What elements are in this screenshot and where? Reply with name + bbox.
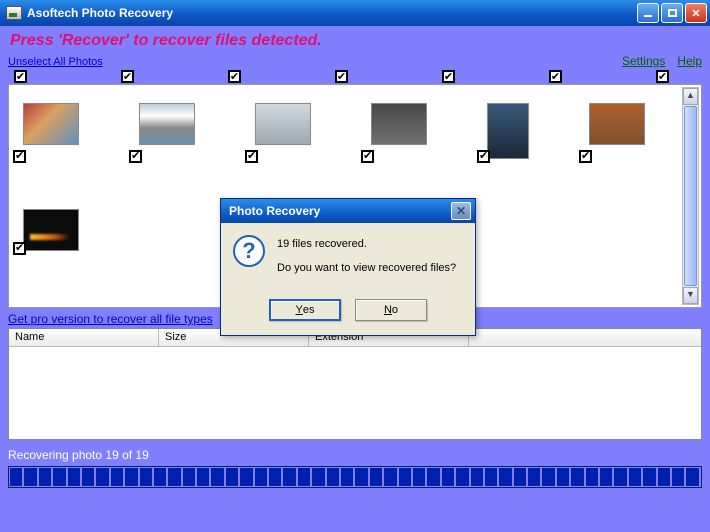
window-titlebar: Asoftech Photo Recovery — [0, 0, 710, 26]
checkbox[interactable] — [228, 70, 241, 83]
checkbox[interactable] — [245, 150, 258, 163]
photo-thumbnail[interactable] — [23, 209, 79, 251]
photo-thumbnail[interactable] — [487, 103, 529, 159]
photo-thumbnail[interactable] — [255, 103, 311, 159]
checkbox[interactable] — [656, 70, 669, 83]
thumbnail-row — [23, 103, 683, 159]
checkbox[interactable] — [14, 70, 27, 83]
scroll-up-arrow[interactable]: ▲ — [683, 88, 698, 105]
checkbox[interactable] — [129, 150, 142, 163]
checkbox[interactable] — [13, 242, 26, 255]
scrollbar-thumb[interactable] — [684, 106, 697, 286]
checkbox[interactable] — [477, 150, 490, 163]
checkbox[interactable] — [361, 150, 374, 163]
checkbox[interactable] — [579, 150, 592, 163]
photo-thumbnail[interactable] — [589, 103, 645, 159]
photo-thumbnail[interactable] — [23, 103, 79, 159]
photo-thumbnail[interactable] — [371, 103, 427, 159]
settings-link[interactable]: Settings — [622, 54, 665, 68]
column-blank — [469, 329, 701, 346]
help-link[interactable]: Help — [677, 54, 702, 68]
gallery-scrollbar[interactable]: ▲ ▼ — [682, 87, 699, 305]
dialog-line1: 19 files recovered. — [277, 235, 456, 253]
recovery-dialog: Photo Recovery ✕ ? 19 files recovered. D… — [220, 198, 476, 336]
progress-bar — [8, 466, 702, 488]
yes-button[interactable]: Yes — [269, 299, 341, 321]
scroll-down-arrow[interactable]: ▼ — [683, 287, 698, 304]
photo-thumbnail[interactable] — [139, 103, 195, 159]
dialog-body: ? 19 files recovered. Do you want to vie… — [221, 223, 475, 335]
dialog-title: Photo Recovery — [229, 204, 320, 218]
instruction-text: Press 'Recover' to recover files detecte… — [10, 32, 702, 50]
checkbox[interactable] — [335, 70, 348, 83]
question-icon: ? — [233, 235, 265, 267]
top-checkbox-row — [8, 70, 702, 83]
checkbox[interactable] — [13, 150, 26, 163]
file-table: Name Size Extension — [8, 328, 702, 440]
close-button[interactable] — [685, 3, 707, 23]
link-bar: Unselect All Photos Settings Help — [8, 54, 702, 68]
checkbox[interactable] — [442, 70, 455, 83]
dialog-titlebar: Photo Recovery ✕ — [221, 199, 475, 223]
dialog-message: 19 files recovered. Do you want to view … — [277, 235, 456, 283]
checkbox[interactable] — [121, 70, 134, 83]
window-title: Asoftech Photo Recovery — [27, 6, 173, 20]
minimize-button[interactable] — [637, 3, 659, 23]
unselect-all-link[interactable]: Unselect All Photos — [8, 56, 103, 68]
no-button[interactable]: No — [355, 299, 427, 321]
checkbox[interactable] — [549, 70, 562, 83]
app-icon — [6, 6, 22, 20]
status-text: Recovering photo 19 of 19 — [8, 446, 702, 464]
window-controls — [637, 3, 707, 23]
dialog-line2: Do you want to view recovered files? — [277, 259, 456, 277]
column-name[interactable]: Name — [9, 329, 159, 346]
maximize-button[interactable] — [661, 3, 683, 23]
dialog-close-button[interactable]: ✕ — [451, 202, 471, 220]
